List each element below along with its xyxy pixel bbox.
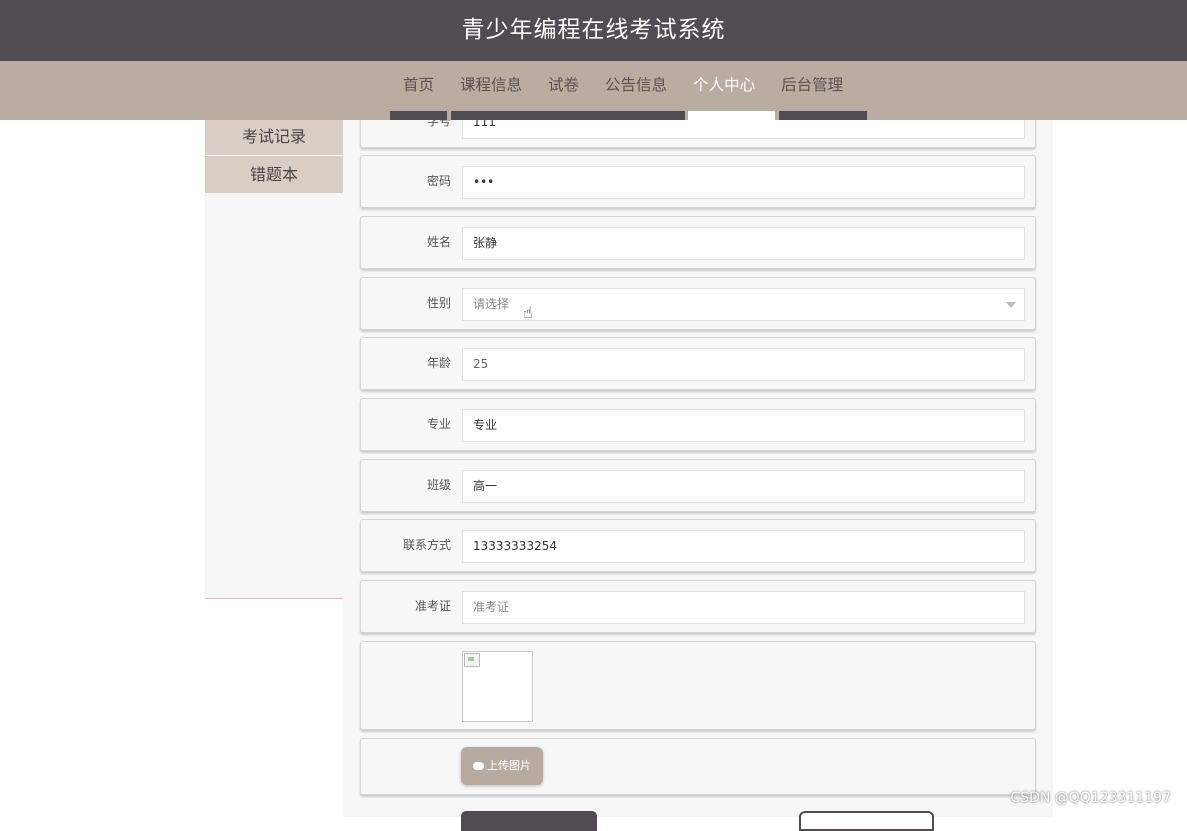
nav-announcements[interactable]: 公告信息 (605, 61, 667, 109)
form-row-gender: 性别 请选择 ☝ (360, 277, 1036, 330)
nav-underline-home (390, 111, 447, 120)
upload-image-button[interactable]: 上传图片 (461, 747, 543, 785)
nav-underline-admin (779, 111, 867, 120)
age-field[interactable]: 25 (462, 348, 1025, 381)
nav-home[interactable]: 首页 (403, 61, 434, 109)
chevron-down-icon (1006, 302, 1016, 308)
reset-button[interactable] (799, 811, 934, 831)
age-label: 年龄 (426, 356, 451, 370)
name-field[interactable]: 张静 (462, 227, 1025, 260)
site-title: 青少年编程在线考试系统 (461, 17, 726, 43)
password-label: 密码 (426, 174, 451, 188)
broken-image-icon (464, 653, 480, 667)
form-row-name: 姓名 张静 (360, 216, 1036, 269)
nav-personal-center[interactable]: 个人中心 (693, 61, 755, 109)
nav-courses[interactable]: 课程信息 (460, 61, 522, 109)
exam-id-label: 准考证 (414, 599, 451, 613)
form-row-exam-id: 准考证 准考证 (360, 580, 1036, 633)
upload-button-label: 上传图片 (487, 759, 531, 772)
major-label: 专业 (426, 417, 451, 431)
sidebar: 考试记录 错题本 (205, 118, 343, 599)
form-row-major: 专业 专业 (360, 398, 1036, 451)
sidebar-item-wrong-questions[interactable]: 错题本 (205, 156, 343, 193)
hand-cursor-icon: ☝ (523, 303, 533, 322)
form-row-password: 密码 ••• (360, 155, 1036, 208)
password-field[interactable]: ••• (462, 166, 1025, 199)
avatar-image-preview (462, 651, 533, 722)
nav-list: 首页 课程信息 试卷 公告信息 个人中心 后台管理 (390, 61, 856, 109)
submit-button[interactable] (461, 811, 597, 831)
nav-exam-papers[interactable]: 试卷 (548, 61, 579, 109)
nav-underline-active (688, 111, 775, 120)
sidebar-item-exam-records[interactable]: 考试记录 (205, 118, 343, 155)
name-label: 姓名 (426, 235, 451, 249)
gender-label: 性别 (426, 296, 451, 310)
major-field[interactable]: 专业 (462, 409, 1025, 442)
gender-select[interactable]: 请选择 ☝ (462, 288, 1025, 322)
class-field[interactable]: 高一 (462, 470, 1025, 503)
nav-underline-middle (451, 111, 685, 120)
class-label: 班级 (426, 478, 451, 492)
cloud-upload-icon (473, 762, 484, 770)
form-row-upload: 上传图片 (360, 738, 1036, 795)
gender-select-placeholder: 请选择 (473, 297, 510, 311)
exam-id-field[interactable]: 准考证 (462, 591, 1025, 624)
form-row-class: 班级 高一 (360, 459, 1036, 512)
form-row-contact: 联系方式 13333333254 (360, 519, 1036, 572)
watermark: CSDN @QQ123311197 (1010, 790, 1171, 806)
contact-field[interactable]: 13333333254 (462, 530, 1025, 563)
top-header: 青少年编程在线考试系统 (0, 0, 1187, 61)
form-row-image-preview (360, 641, 1036, 730)
form-row-age: 年龄 25 (360, 337, 1036, 390)
main-nav: 首页 课程信息 试卷 公告信息 个人中心 后台管理 (0, 61, 1187, 120)
nav-admin[interactable]: 后台管理 (781, 61, 843, 109)
contact-label: 联系方式 (402, 538, 451, 552)
